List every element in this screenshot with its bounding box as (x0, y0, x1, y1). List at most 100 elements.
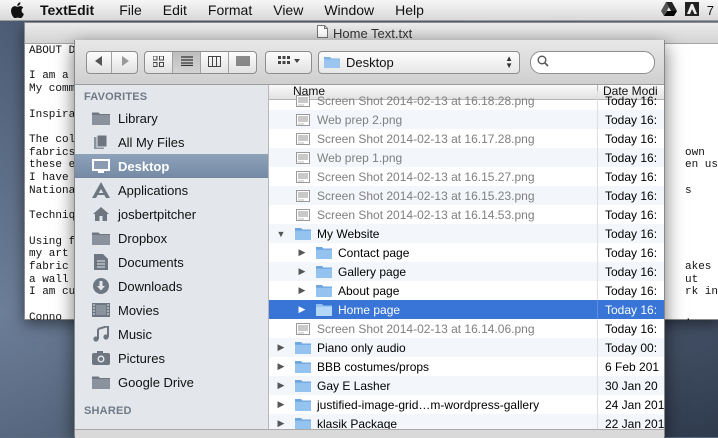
disclosure-open-icon[interactable]: ▼ (276, 229, 286, 239)
sidebar-item-library[interactable]: Library (75, 106, 268, 130)
item-date: Today 16: (605, 169, 658, 184)
folder-row[interactable]: ▶ About page Today 16: (269, 281, 664, 300)
item-name: Screen Shot 2014-02-13 at 16.17.28.png (317, 131, 535, 146)
document-line-fragment: ut (685, 273, 699, 286)
list-view-button[interactable] (173, 52, 201, 73)
folder-row[interactable]: ▶ BBB costumes/props 6 Feb 201 (269, 357, 664, 376)
back-button[interactable] (87, 52, 112, 73)
sidebar-item-label: josbertpitcher (118, 206, 197, 222)
document-line-fragment: . (685, 311, 692, 324)
back-forward-control (86, 51, 138, 74)
item-name: Web prep 1.png (317, 150, 403, 165)
home-icon (92, 206, 110, 222)
chevron-right-icon (121, 56, 129, 69)
icon-view-button[interactable] (145, 52, 173, 73)
folder-row[interactable]: ▶ Contact page Today 16: (269, 243, 664, 262)
image-file-icon (295, 322, 311, 336)
menu-edit[interactable]: Edit (163, 2, 187, 18)
column-separator (597, 376, 598, 395)
sidebar-item-pictures[interactable]: Pictures (75, 346, 268, 370)
sidebar-item-all-my-files[interactable]: All My Files (75, 130, 268, 154)
item-name: BBB costumes/props (317, 359, 430, 374)
coverflow-view-button[interactable] (229, 52, 256, 73)
file-row[interactable]: Screen Shot 2014-02-13 at 16.17.28.png To… (269, 129, 664, 148)
sidebar-item-desktop[interactable]: Desktop (75, 154, 268, 178)
menu-format[interactable]: Format (208, 2, 252, 18)
disclosure-closed-icon[interactable]: ▶ (276, 418, 286, 429)
disclosure-closed-icon[interactable]: ▶ (276, 361, 286, 372)
disclosure-closed-icon[interactable]: ▶ (297, 285, 307, 296)
image-file-icon (295, 94, 311, 108)
image-file-icon (295, 113, 311, 127)
item-date: Today 16: (605, 207, 658, 222)
folder-icon (92, 230, 110, 246)
sidebar-item-downloads[interactable]: Downloads (75, 274, 268, 298)
menu-window[interactable]: Window (324, 2, 374, 18)
document-line: Using f (29, 235, 76, 248)
downloads-icon (92, 278, 110, 294)
folder-icon (295, 360, 311, 374)
column-separator (597, 91, 598, 110)
column-separator (597, 300, 598, 319)
adobe-icon[interactable] (684, 1, 699, 19)
image-file-icon (295, 170, 311, 184)
google-drive-icon[interactable] (660, 1, 677, 19)
file-row[interactable]: Web prep 1.png Today 16: (269, 148, 664, 167)
menu-bar: TextEdit File Edit Format View Window He… (0, 0, 718, 21)
disclosure-closed-icon[interactable]: ▶ (276, 342, 286, 353)
movies-icon (92, 302, 110, 318)
sidebar-item-label: Desktop (118, 158, 170, 174)
arrange-button[interactable] (265, 51, 312, 74)
file-list: Name Date Modi Screen Shot 2014-02-13 at… (269, 85, 664, 437)
folder-row[interactable]: ▶ justified-image-grid…m-wordpress-galler… (269, 395, 664, 414)
menu-app-name[interactable]: TextEdit (40, 2, 94, 18)
document-line: I have (29, 172, 69, 185)
disclosure-closed-icon[interactable]: ▶ (297, 247, 307, 258)
file-row[interactable]: Web prep 2.png Today 16: (269, 110, 664, 129)
arrange-grid-icon (277, 56, 300, 69)
column-separator (597, 205, 598, 224)
location-popup[interactable]: Desktop ▲ ▼ (318, 51, 520, 74)
folder-row[interactable]: ▼ My Website Today 16: (269, 224, 664, 243)
item-name: Screen Shot 2014-02-13 at 16.18.28.png (317, 93, 535, 108)
disclosure-closed-icon[interactable]: ▶ (297, 266, 307, 277)
column-separator (597, 395, 598, 414)
apple-menu-icon[interactable] (10, 2, 26, 18)
disclosure-closed-icon[interactable]: ▶ (276, 380, 286, 391)
disclosure-closed-icon[interactable]: ▶ (276, 399, 286, 410)
file-row[interactable]: Screen Shot 2014-02-13 at 16.14.06.png To… (269, 319, 664, 338)
menu-view[interactable]: View (273, 2, 303, 18)
sidebar-item-documents[interactable]: Documents (75, 250, 268, 274)
folder-icon (92, 374, 110, 390)
document-line: The col (29, 133, 76, 146)
dialog-toolbar: Desktop ▲ ▼ (75, 40, 664, 85)
menu-extra-text[interactable]: 7 (707, 3, 714, 18)
file-row[interactable]: Screen Shot 2014-02-13 at 16.15.27.png To… (269, 167, 664, 186)
sidebar-item-movies[interactable]: Movies (75, 298, 268, 322)
search-field[interactable] (530, 51, 655, 74)
disclosure-closed-icon[interactable]: ▶ (297, 304, 307, 315)
file-row[interactable]: Screen Shot 2014-02-13 at 16.15.23.png To… (269, 186, 664, 205)
sidebar-item-josbertpitcher[interactable]: josbertpitcher (75, 202, 268, 226)
folder-row[interactable]: ▶ Home page Today 16: (269, 300, 664, 319)
folder-row[interactable]: ▶ Gallery page Today 16: (269, 262, 664, 281)
document-line: fabrics (29, 146, 76, 159)
file-row[interactable]: Screen Shot 2014-02-13 at 16.18.28.png To… (269, 91, 664, 110)
sidebar-item-dropbox[interactable]: Dropbox (75, 226, 268, 250)
document-text[interactable]: ABOUT D I am a My comm Inspira The col fab… (29, 45, 75, 324)
file-row[interactable]: Screen Shot 2014-02-13 at 16.14.53.png To… (269, 205, 664, 224)
item-date: Today 16: (605, 283, 658, 298)
folder-row[interactable]: ▶ Piano only audio Today 00: (269, 338, 664, 357)
sidebar-item-label: Dropbox (118, 230, 168, 246)
menu-file[interactable]: File (119, 2, 142, 18)
forward-button[interactable] (112, 52, 137, 73)
document-line: fabric (29, 260, 69, 273)
column-view-button[interactable] (201, 52, 229, 73)
item-name: Gallery page (338, 264, 407, 279)
item-date: 30 Jan 20 (605, 378, 658, 393)
menu-help[interactable]: Help (395, 2, 424, 18)
folder-row[interactable]: ▶ Gay E Lasher 30 Jan 20 (269, 376, 664, 395)
sidebar-item-google-drive[interactable]: Google Drive (75, 370, 268, 394)
sidebar-item-applications[interactable]: Applications (75, 178, 268, 202)
sidebar-item-music[interactable]: Music (75, 322, 268, 346)
